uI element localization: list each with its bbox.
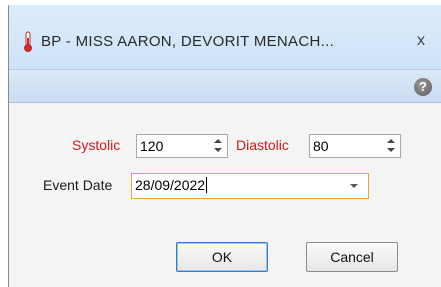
close-icon[interactable]: x [417,32,425,50]
spin-arrows-icon[interactable] [386,138,396,154]
event-date-field[interactable]: 28/09/2022 [131,173,369,199]
systolic-label: Systolic [72,137,121,153]
diastolic-label: Diastolic [236,137,289,153]
ok-button[interactable]: OK [176,242,268,272]
systolic-stepper[interactable]: 120 [136,134,228,158]
cancel-button[interactable]: Cancel [306,242,398,272]
spin-arrows-icon[interactable] [213,138,223,154]
help-icon[interactable]: ? [414,78,432,96]
bp-dialog: BP - MISS AARON, DEVORIT MENACH... x ? S… [8,5,441,287]
systolic-value: 120 [140,138,164,154]
event-date-label: Event Date [43,177,113,193]
title-bar[interactable]: BP - MISS AARON, DEVORIT MENACH... x [9,5,441,69]
event-date-value: 28/09/2022 [135,177,206,193]
chevron-down-icon[interactable] [350,184,358,188]
diastolic-stepper[interactable]: 80 [309,134,401,158]
thermometer-icon [24,31,32,52]
text-caret [206,177,208,193]
window-title: BP - MISS AARON, DEVORIT MENACH... [41,33,335,50]
diastolic-value: 80 [313,138,329,154]
help-toolbar: ? [9,69,441,103]
